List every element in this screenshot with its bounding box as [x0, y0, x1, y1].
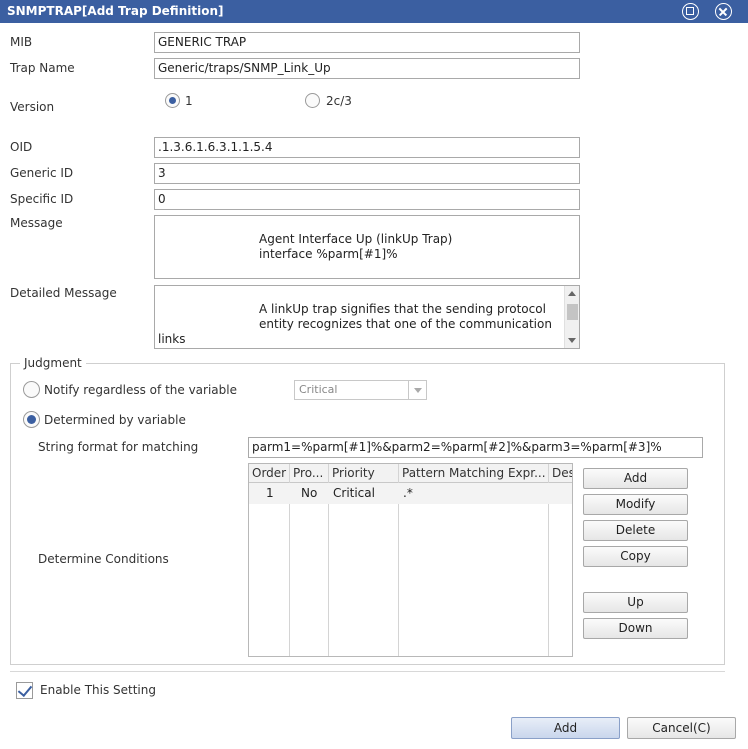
header-des[interactable]: Des [552, 466, 572, 480]
version-1-radio[interactable] [165, 93, 180, 108]
judgment-legend: Judgment [20, 356, 86, 370]
cell-priority: Critical [333, 486, 375, 500]
header-order[interactable]: Order [252, 466, 289, 480]
close-icon[interactable] [715, 3, 732, 20]
version-2c3-label: 2c/3 [326, 94, 352, 108]
table-row[interactable]: 1 No Critical .* [249, 483, 572, 504]
window-title: SNMPTRAP[Add Trap Definition] [7, 4, 224, 18]
version-1-label: 1 [185, 94, 193, 108]
delete-condition-button[interactable]: Delete [583, 520, 688, 541]
priority-select-value: Critical [299, 383, 338, 396]
priority-select[interactable]: Critical [294, 380, 427, 400]
determine-conditions-label: Determine Conditions [38, 552, 169, 566]
trap-name-field[interactable]: Generic/traps/SNMP_Link_Up [154, 58, 580, 79]
version-2c3-radio[interactable] [305, 93, 320, 108]
trap-name-label: Trap Name [10, 61, 75, 75]
detailed-line: entity recognizes that one of the commun… [259, 317, 552, 331]
move-up-button[interactable]: Up [583, 592, 688, 613]
determined-by-variable-label: Determined by variable [44, 413, 186, 427]
notify-regardless-radio[interactable] [23, 381, 40, 398]
maximize-icon[interactable] [682, 3, 699, 20]
detailed-message-label: Detailed Message [10, 286, 117, 300]
header-pattern[interactable]: Pattern Matching Expr... [402, 466, 548, 480]
cancel-button[interactable]: Cancel(C) [627, 717, 736, 739]
string-format-field[interactable]: parm1=%parm[#1]%&parm2=%parm[#2]%&parm3=… [248, 437, 703, 458]
header-priority[interactable]: Priority [332, 466, 398, 480]
copy-condition-button[interactable]: Copy [583, 546, 688, 567]
add-condition-button[interactable]: Add [583, 468, 688, 489]
specific-id-label: Specific ID [10, 192, 74, 206]
string-format-label: String format for matching [38, 440, 199, 454]
message-textarea[interactable]: Agent Interface Up (linkUp Trap) interfa… [154, 215, 580, 279]
determined-by-variable-radio[interactable] [23, 411, 40, 428]
cell-order: 1 [266, 486, 274, 500]
message-line: interface %parm[#1]% [259, 247, 398, 261]
specific-id-field[interactable]: 0 [154, 189, 580, 210]
title-bar: SNMPTRAP[Add Trap Definition] [0, 0, 748, 23]
add-button[interactable]: Add [511, 717, 620, 739]
modify-condition-button[interactable]: Modify [583, 494, 688, 515]
enable-setting-label: Enable This Setting [40, 683, 156, 697]
header-pro[interactable]: Pro... [293, 466, 328, 480]
scroll-up-icon[interactable] [568, 291, 576, 296]
mib-field[interactable]: GENERIC TRAP [154, 32, 580, 53]
enable-setting-checkbox[interactable] [16, 682, 33, 699]
version-label: Version [10, 100, 55, 114]
divider [10, 671, 725, 672]
move-down-button[interactable]: Down [583, 618, 688, 639]
message-label: Message [10, 216, 63, 230]
scroll-thumb[interactable] [567, 304, 578, 320]
detailed-line: links [158, 332, 186, 346]
oid-label: OID [10, 140, 33, 154]
chevron-down-icon[interactable] [408, 381, 426, 399]
cell-pro: No [301, 486, 318, 500]
detailed-line: A linkUp trap signifies that the sending… [259, 302, 546, 316]
cell-pattern: .* [403, 486, 413, 500]
scroll-down-icon[interactable] [568, 338, 576, 343]
detailed-message-scrollbar[interactable] [564, 286, 579, 348]
generic-id-field[interactable]: 3 [154, 163, 580, 184]
notify-regardless-label: Notify regardless of the variable [44, 383, 237, 397]
mib-label: MIB [10, 35, 33, 49]
message-line: Agent Interface Up (linkUp Trap) [259, 232, 453, 246]
conditions-table: 1 No Critical .* Order Pro... Priority P… [248, 463, 573, 657]
detailed-message-textarea[interactable]: A linkUp trap signifies that the sending… [154, 285, 580, 349]
oid-field[interactable]: .1.3.6.1.6.3.1.1.5.4 [154, 137, 580, 158]
generic-id-label: Generic ID [10, 166, 74, 180]
